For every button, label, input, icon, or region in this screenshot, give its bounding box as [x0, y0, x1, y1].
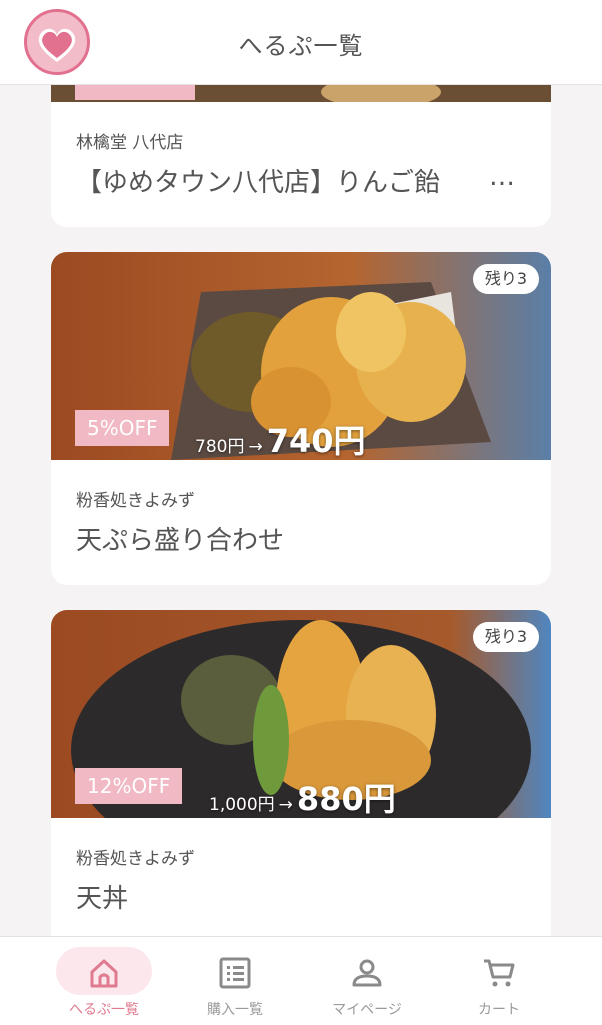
listing-card[interactable]: 残り3 12%OFF 1,000円 → 880円 粉香処きよみず 天丼 [51, 610, 551, 950]
more-dots: … [489, 162, 517, 192]
price-line: 780円 → 740円 [195, 416, 366, 460]
product-name: 天丼 [76, 884, 129, 914]
discount-badge: 12%OFF [75, 768, 183, 804]
stock-badge: 残り3 [472, 622, 539, 652]
listing-card[interactable]: 残り3 5%OFF 780円 → 740円 粉香処きよみず 天ぷら盛り合わせ [51, 252, 551, 585]
shop-name: 粉香処きよみず [76, 849, 195, 869]
home-icon [90, 959, 118, 988]
nav-item-purchase-list[interactable]: 購入一覧 [160, 937, 310, 1025]
cart-icon [484, 959, 515, 987]
price-line: 1,000円 → 880円 [209, 774, 396, 818]
page-title: へるぷ一覧 [238, 32, 364, 60]
list-icon [219, 957, 251, 989]
arrow-icon: → [248, 437, 263, 457]
nav-item-cart[interactable]: カート [424, 937, 574, 1025]
product-image: 残り3 5%OFF 780円 → 740円 [51, 252, 551, 460]
original-price: 780円 [195, 437, 245, 457]
discount-badge: 5%OFF [75, 410, 170, 446]
nav-item-help-list[interactable]: へるぷ一覧 [52, 937, 156, 1025]
stock-badge: 残り3 [472, 264, 539, 294]
sale-price: 740円 [266, 422, 366, 460]
user-icon [352, 959, 382, 987]
app-header: へるぷ一覧 [0, 0, 602, 85]
product-name: 天ぷら盛り合わせ [76, 526, 285, 556]
shop-name: 林檎堂 八代店 [76, 133, 184, 153]
original-price: 1,000円 [209, 795, 275, 815]
nav-label: カート [478, 1002, 520, 1018]
shop-name: 粉香処きよみず [76, 491, 195, 511]
nav-item-mypage[interactable]: マイページ [292, 937, 442, 1025]
sale-price: 880円 [296, 780, 396, 818]
nav-label: マイページ [332, 1002, 402, 1018]
nav-label: へるぷ一覧 [69, 1002, 139, 1018]
arrow-icon: → [278, 795, 293, 815]
product-image: 残り3 12%OFF 1,000円 → 880円 [51, 610, 551, 818]
product-name: 【ゆめタウン八代店】りんご飴 [76, 168, 441, 198]
nav-label: 購入一覧 [207, 1002, 263, 1018]
bottom-nav: へるぷ一覧 購入一覧 マイページ カート [0, 936, 602, 1025]
